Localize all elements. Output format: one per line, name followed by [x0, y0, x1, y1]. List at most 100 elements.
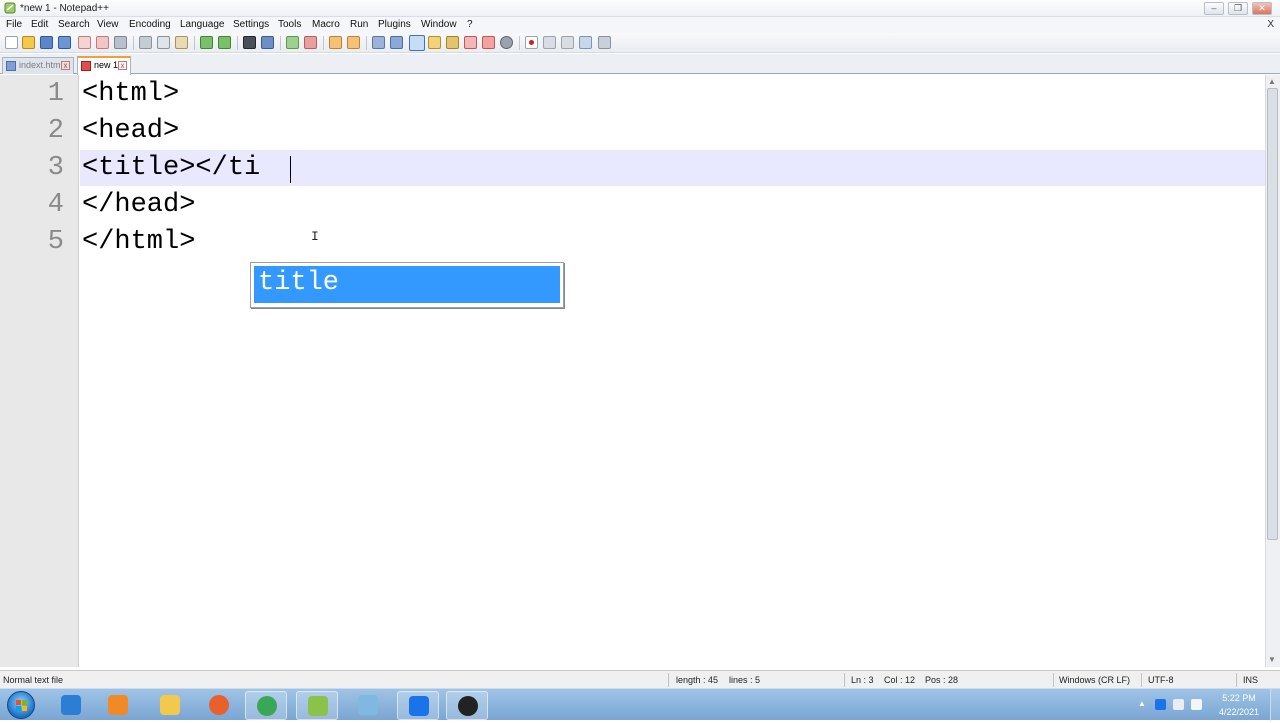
zoom-in-icon[interactable] [286, 36, 299, 49]
tray-network-icon[interactable] [1191, 699, 1202, 710]
tab-bar: indext.html x new 1 x [0, 54, 1280, 75]
word-wrap-icon[interactable] [372, 36, 385, 49]
udl-icon[interactable] [428, 36, 441, 49]
scrollbar-thumb[interactable] [1267, 88, 1278, 540]
save-macro-icon[interactable] [598, 36, 611, 49]
unsaved-file-icon [81, 61, 91, 71]
internet-explorer-icon [61, 695, 81, 715]
taskbar-file-explorer[interactable] [149, 691, 191, 720]
new-file-icon[interactable] [5, 36, 18, 49]
close-tab-icon[interactable]: x [61, 61, 70, 70]
start-button[interactable] [4, 690, 38, 720]
chrome-icon [257, 696, 277, 716]
taskbar-internet-explorer[interactable] [50, 691, 92, 720]
save-all-icon[interactable] [58, 36, 71, 49]
menu-settings[interactable]: Settings [233, 19, 269, 30]
menu-search[interactable]: Search [58, 19, 90, 30]
menu-window[interactable]: Window [421, 19, 457, 30]
taskbar-chrome[interactable] [245, 691, 287, 720]
folder-workspace-icon[interactable] [482, 36, 495, 49]
close-button[interactable]: ✕ [1252, 2, 1272, 15]
menu-help[interactable]: ? [467, 19, 473, 30]
cut-icon[interactable] [139, 36, 152, 49]
undo-icon[interactable] [200, 36, 213, 49]
monitoring-icon[interactable] [500, 36, 513, 49]
save-icon[interactable] [40, 36, 53, 49]
function-list-icon[interactable] [464, 36, 477, 49]
maximize-button[interactable]: ❐ [1228, 2, 1248, 15]
close-document-button[interactable]: X [1267, 19, 1274, 30]
sync-vertical-icon[interactable] [329, 36, 342, 49]
obs-icon [458, 696, 478, 716]
taskbar-media-player[interactable] [97, 691, 139, 720]
menu-run[interactable]: Run [350, 19, 368, 30]
find-icon[interactable] [243, 36, 256, 49]
show-all-chars-icon[interactable] [390, 36, 403, 49]
tray-device-icon[interactable] [1173, 699, 1184, 710]
line-number: 3 [47, 153, 64, 183]
play-macro-icon[interactable] [561, 36, 574, 49]
line-number: 4 [47, 190, 64, 220]
autocomplete-item-selected[interactable]: title [254, 266, 560, 303]
open-file-icon[interactable] [22, 36, 35, 49]
paste-icon[interactable] [175, 36, 188, 49]
status-bar: Normal text file length : 45 lines : 5 L… [0, 670, 1280, 688]
scroll-down-icon[interactable]: ▼ [1268, 655, 1276, 664]
scroll-up-icon[interactable]: ▲ [1268, 77, 1276, 86]
record-macro-icon[interactable] [525, 36, 538, 49]
close-all-icon[interactable] [96, 36, 109, 49]
file-explorer-icon [160, 695, 180, 715]
tray-uplay-icon[interactable] [1155, 699, 1166, 710]
stop-macro-icon[interactable] [543, 36, 556, 49]
taskbar-notepad[interactable] [347, 691, 389, 720]
toolbar [0, 33, 1280, 53]
taskbar-firefox[interactable] [198, 691, 240, 720]
tab-new-1[interactable]: new 1 x [77, 56, 131, 75]
menu-tools[interactable]: Tools [278, 19, 301, 30]
redo-icon[interactable] [218, 36, 231, 49]
window-title: *new 1 - Notepad++ [20, 3, 109, 14]
code-line: </head> [82, 190, 196, 220]
line-number: 5 [47, 227, 64, 257]
taskbar-notepadpp[interactable] [296, 691, 338, 720]
taskbar-obs[interactable] [446, 691, 488, 720]
copy-icon[interactable] [157, 36, 170, 49]
line-number: 1 [47, 79, 64, 109]
editor-area[interactable]: 1 2 3 4 5 <html> <head> <title></ti </he… [0, 75, 1265, 667]
clock-date[interactable]: 4/22/2021 [1214, 707, 1264, 717]
file-icon [6, 61, 16, 71]
indent-guide-icon[interactable] [409, 35, 425, 51]
zoom-out-icon[interactable] [304, 36, 317, 49]
replace-icon[interactable] [261, 36, 274, 49]
menu-bar: File Edit Search View Encoding Language … [0, 17, 1280, 33]
status-column: Col : 12 [884, 675, 916, 685]
tab-indext-html[interactable]: indext.html x [2, 57, 74, 74]
print-icon[interactable] [114, 36, 127, 49]
status-length: length : 45 [676, 675, 719, 685]
notepad-icon [358, 695, 378, 715]
menu-edit[interactable]: Edit [31, 19, 48, 30]
close-file-icon[interactable] [78, 36, 91, 49]
clock-time[interactable]: 5:22 PM [1214, 693, 1264, 703]
sync-horizontal-icon[interactable] [347, 36, 360, 49]
doc-map-icon[interactable] [446, 36, 459, 49]
menu-view[interactable]: View [97, 19, 119, 30]
menu-file[interactable]: File [6, 19, 22, 30]
media-player-icon [108, 695, 128, 715]
play-multiple-icon[interactable] [579, 36, 592, 49]
tray-expand-icon[interactable]: ▲ [1138, 699, 1146, 708]
code-line-current: <title></ti [82, 153, 261, 183]
menu-language[interactable]: Language [180, 19, 225, 30]
taskbar-uplay[interactable] [397, 691, 439, 720]
menu-macro[interactable]: Macro [312, 19, 340, 30]
autocomplete-popup: title [250, 262, 564, 308]
tab-label: new 1 [94, 60, 119, 70]
show-desktop-button[interactable] [1270, 689, 1280, 721]
minimize-button[interactable]: – [1204, 2, 1224, 15]
windows-logo-icon [7, 691, 35, 719]
uplay-icon [409, 696, 429, 716]
close-tab-icon[interactable]: x [118, 61, 127, 70]
taskbar: ▲ 5:22 PM 4/22/2021 [0, 688, 1280, 721]
menu-plugins[interactable]: Plugins [378, 19, 411, 30]
menu-encoding[interactable]: Encoding [129, 19, 171, 30]
